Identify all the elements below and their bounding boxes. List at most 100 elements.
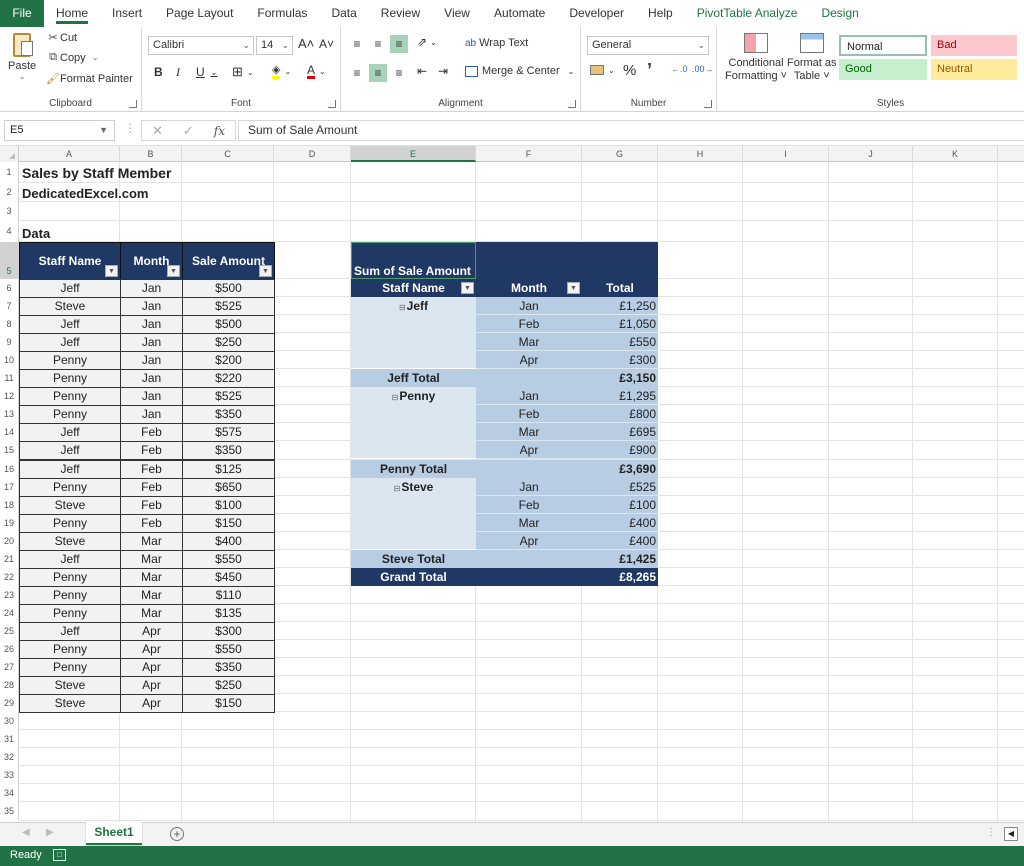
pivot-month-cell[interactable]: Apr: [476, 351, 582, 370]
pivot-month-cell[interactable]: Mar: [476, 513, 582, 532]
align-center-button[interactable]: ≡: [369, 64, 387, 82]
data-cell[interactable]: $100: [182, 495, 275, 515]
align-left-button[interactable]: ≡: [348, 64, 366, 82]
column-header-E[interactable]: E: [351, 146, 476, 162]
data-cell[interactable]: $350: [182, 658, 275, 678]
top-align-button[interactable]: ≡: [348, 35, 366, 53]
data-cell[interactable]: Steve: [19, 297, 121, 317]
data-cell[interactable]: Penny: [19, 477, 121, 497]
pivot-group-cell[interactable]: ⊟Jeff: [351, 297, 476, 370]
cut-button[interactable]: ✂ Cut: [46, 31, 77, 45]
row-header-15[interactable]: 15: [0, 441, 19, 460]
pivot-value-cell[interactable]: £800: [582, 405, 658, 424]
row-header-14[interactable]: 14: [0, 423, 19, 442]
middle-align-button[interactable]: ≡: [369, 35, 387, 53]
pivot-month-cell[interactable]: Jan: [476, 387, 582, 406]
tab-page-layout[interactable]: Page Layout: [154, 0, 245, 27]
number-format-select[interactable]: General ⌄: [587, 36, 709, 55]
data-cell[interactable]: Apr: [120, 640, 183, 660]
pivot-group-cell[interactable]: ⊟Penny: [351, 387, 476, 460]
pivot-total-header[interactable]: Total: [582, 279, 658, 298]
tab-review[interactable]: Review: [369, 0, 432, 27]
row-header-6[interactable]: 6: [0, 279, 19, 298]
data-cell[interactable]: Penny: [19, 640, 121, 660]
data-cell[interactable]: Feb: [120, 513, 183, 533]
row-header-27[interactable]: 27: [0, 658, 19, 677]
data-cell[interactable]: Steve: [19, 694, 121, 714]
add-sheet-button[interactable]: +: [170, 827, 184, 841]
alignment-launcher-icon[interactable]: [568, 100, 576, 108]
style-good[interactable]: Good: [839, 59, 927, 80]
style-normal[interactable]: Normal: [839, 35, 927, 56]
pivot-value-cell[interactable]: £695: [582, 423, 658, 442]
sheet-tab-sheet1[interactable]: Sheet1: [86, 822, 142, 845]
collapse-icon[interactable]: ⊟: [394, 484, 401, 493]
column-header-G[interactable]: G: [582, 146, 658, 162]
increase-font-button[interactable]: A˄: [298, 36, 314, 51]
column-header-J[interactable]: J: [829, 146, 913, 162]
data-cell[interactable]: Jan: [120, 333, 183, 353]
data-cell[interactable]: Apr: [120, 694, 183, 714]
data-cell[interactable]: Apr: [120, 676, 183, 696]
data-cell[interactable]: $135: [182, 603, 275, 623]
pivot-subtotal-label[interactable]: Penny Total: [351, 459, 476, 478]
column-header-C[interactable]: C: [182, 146, 274, 162]
merge-center-button[interactable]: Merge & Center ⌄: [465, 65, 574, 77]
pivot-month-cell[interactable]: Jan: [476, 477, 582, 496]
pivot-subtotal-value[interactable]: £1,425: [582, 549, 658, 568]
tab-automate[interactable]: Automate: [482, 0, 557, 27]
pivot-month-cell[interactable]: Apr: [476, 441, 582, 460]
data-cell[interactable]: Jan: [120, 279, 183, 299]
row-header-7[interactable]: 7: [0, 297, 19, 316]
column-header-D[interactable]: D: [274, 146, 351, 162]
collapse-icon[interactable]: ⊟: [399, 303, 406, 312]
align-right-button[interactable]: ≡: [390, 64, 408, 82]
pivot-group-cell[interactable]: ⊟Steve: [351, 477, 476, 550]
orientation-button[interactable]: ⇗ ⌄: [417, 35, 437, 49]
pivot-value-cell[interactable]: £400: [582, 531, 658, 550]
data-cell[interactable]: $350: [182, 441, 275, 461]
pivot-subtotal-label[interactable]: Jeff Total: [351, 369, 476, 388]
increase-indent-button[interactable]: ⇥: [438, 64, 448, 78]
column-header-K[interactable]: K: [913, 146, 998, 162]
data-cell[interactable]: $525: [182, 297, 275, 317]
data-cell[interactable]: Feb: [120, 477, 183, 497]
row-header-16[interactable]: 16: [0, 459, 19, 478]
row-header-2[interactable]: 2: [0, 183, 19, 202]
pivot-value-cell[interactable]: £1,295: [582, 387, 658, 406]
row-header-17[interactable]: 17: [0, 477, 19, 496]
row-header-18[interactable]: 18: [0, 495, 19, 514]
data-cell[interactable]: $350: [182, 405, 275, 425]
data-cell[interactable]: Penny: [19, 351, 121, 371]
tab-view[interactable]: View: [432, 0, 482, 27]
data-cell[interactable]: Jeff: [19, 621, 121, 641]
data-cell[interactable]: Jeff: [19, 315, 121, 335]
data-cell[interactable]: $650: [182, 477, 275, 497]
decrease-decimal-button[interactable]: .00→: [692, 64, 714, 74]
italic-button[interactable]: I: [176, 65, 180, 80]
data-cell[interactable]: Mar: [120, 549, 183, 569]
row-header-1[interactable]: 1: [0, 162, 19, 183]
copy-button[interactable]: ⧉ Copy ⌄: [46, 51, 98, 64]
data-cell[interactable]: $110: [182, 585, 275, 605]
data-cell[interactable]: Feb: [120, 495, 183, 515]
wrap-text-button[interactable]: ab Wrap Text: [465, 37, 528, 49]
font-name-select[interactable]: Calibri ⌄: [148, 36, 254, 55]
borders-button[interactable]: ⊞ ⌄: [232, 64, 254, 80]
column-header-A[interactable]: A: [19, 146, 120, 162]
data-cell[interactable]: Jan: [120, 315, 183, 335]
select-all-button[interactable]: [0, 146, 19, 162]
decrease-indent-button[interactable]: ⇤: [417, 64, 427, 78]
pivot-value-cell[interactable]: £1,250: [582, 297, 658, 316]
filter-dropdown-icon[interactable]: ▼: [167, 265, 180, 277]
style-neutral[interactable]: Neutral: [931, 59, 1017, 80]
pivot-month-cell[interactable]: Mar: [476, 423, 582, 442]
tab-pivottable-analyze[interactable]: PivotTable Analyze: [685, 0, 810, 27]
cancel-icon[interactable]: ✕: [152, 123, 163, 139]
column-header-I[interactable]: I: [743, 146, 829, 162]
pivot-value-cell[interactable]: £550: [582, 333, 658, 352]
row-header-19[interactable]: 19: [0, 513, 19, 532]
row-header-20[interactable]: 20: [0, 531, 19, 550]
data-cell[interactable]: Jeff: [19, 333, 121, 353]
column-header-B[interactable]: B: [120, 146, 182, 162]
